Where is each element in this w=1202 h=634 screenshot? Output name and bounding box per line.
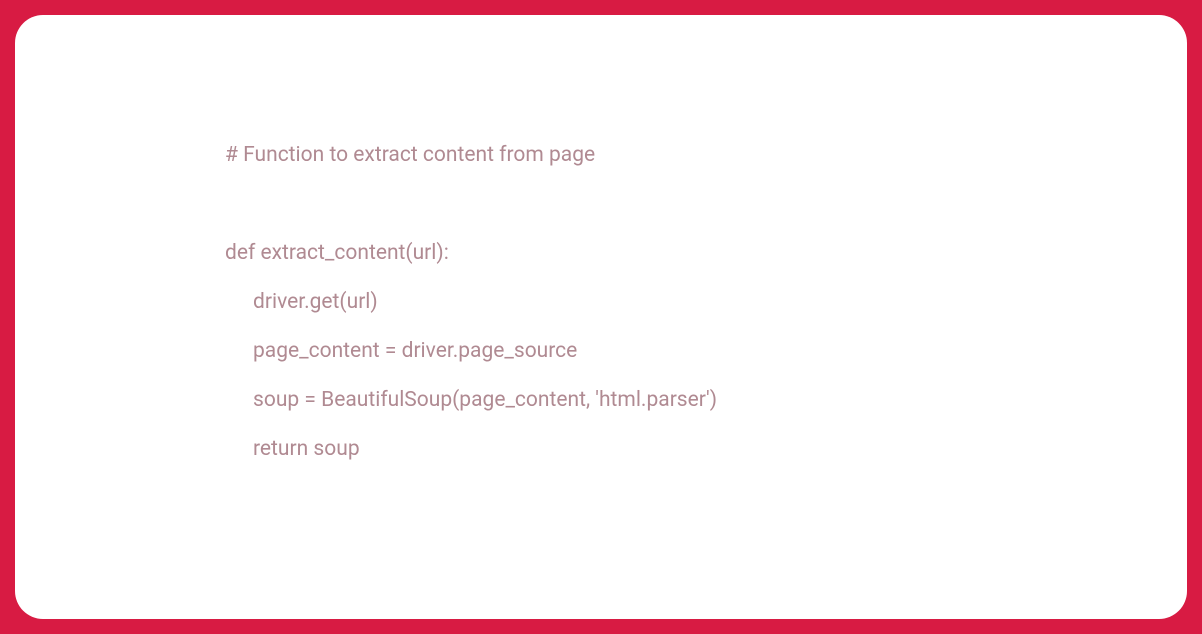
code-comment: # Function to extract content from page (225, 145, 977, 166)
code-return-line: return soup (225, 439, 977, 460)
code-def-line: def extract_content(url): (225, 243, 977, 264)
code-blank-line (225, 194, 977, 215)
code-block: # Function to extract content from page … (225, 145, 977, 460)
code-body-line: soup = BeautifulSoup(page_content, 'html… (225, 390, 977, 411)
code-body-line: page_content = driver.page_source (225, 341, 977, 362)
code-card: # Function to extract content from page … (15, 15, 1187, 619)
code-body-line: driver.get(url) (225, 292, 977, 313)
